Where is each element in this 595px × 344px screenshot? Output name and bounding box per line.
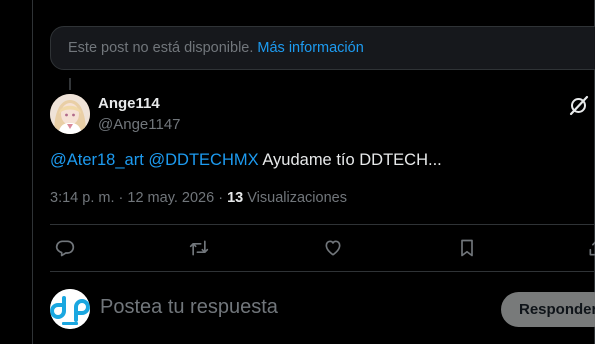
thread-connector-line: [69, 78, 71, 90]
timeline-left-border: [32, 0, 33, 344]
grok-icon[interactable]: [568, 94, 590, 116]
unavailable-post-notice: Este post no está disponible. Más inform…: [50, 26, 595, 70]
meta-separator: ·: [218, 190, 224, 206]
post-date[interactable]: 12 may. 2026: [127, 190, 214, 206]
reply-icon[interactable]: [53, 236, 77, 260]
share-icon[interactable]: [585, 236, 595, 260]
post-body-text: Ayudame tío DDTECH...: [262, 151, 442, 169]
post-metadata: 3:14 p. m. · 12 may. 2026 · 13 Visualiza…: [50, 190, 347, 206]
meta-separator: ·: [118, 190, 124, 206]
ddtech-logo-icon: [50, 289, 90, 329]
views-count: 13: [227, 190, 244, 206]
post-time[interactable]: 3:14 p. m.: [50, 190, 114, 206]
unavailable-post-text: Este post no está disponible.: [68, 40, 254, 56]
divider-bottom: [50, 271, 595, 272]
author-avatar[interactable]: [50, 94, 90, 134]
current-user-avatar[interactable]: [50, 289, 90, 329]
mention-link-ddtechmx[interactable]: @DDTECHMX: [148, 151, 258, 169]
reply-input[interactable]: Postea tu respuesta: [100, 296, 278, 319]
mention-link-ater18[interactable]: @Ater18_art: [50, 151, 144, 169]
divider-top: [50, 224, 595, 225]
more-info-link[interactable]: Más información: [257, 40, 363, 56]
author-handle[interactable]: @Ange1147: [98, 116, 181, 133]
views-label: Visualizaciones: [247, 190, 347, 206]
reply-button[interactable]: Responder: [501, 292, 595, 327]
repost-icon[interactable]: [187, 236, 211, 260]
bookmark-icon[interactable]: [455, 236, 479, 260]
author-avatar-image: [50, 94, 90, 134]
like-icon[interactable]: [321, 236, 345, 260]
author-display-name[interactable]: Ange114: [98, 95, 160, 112]
post-text: @Ater18_art @DDTECHMX Ayudame tío DDTECH…: [50, 151, 442, 170]
